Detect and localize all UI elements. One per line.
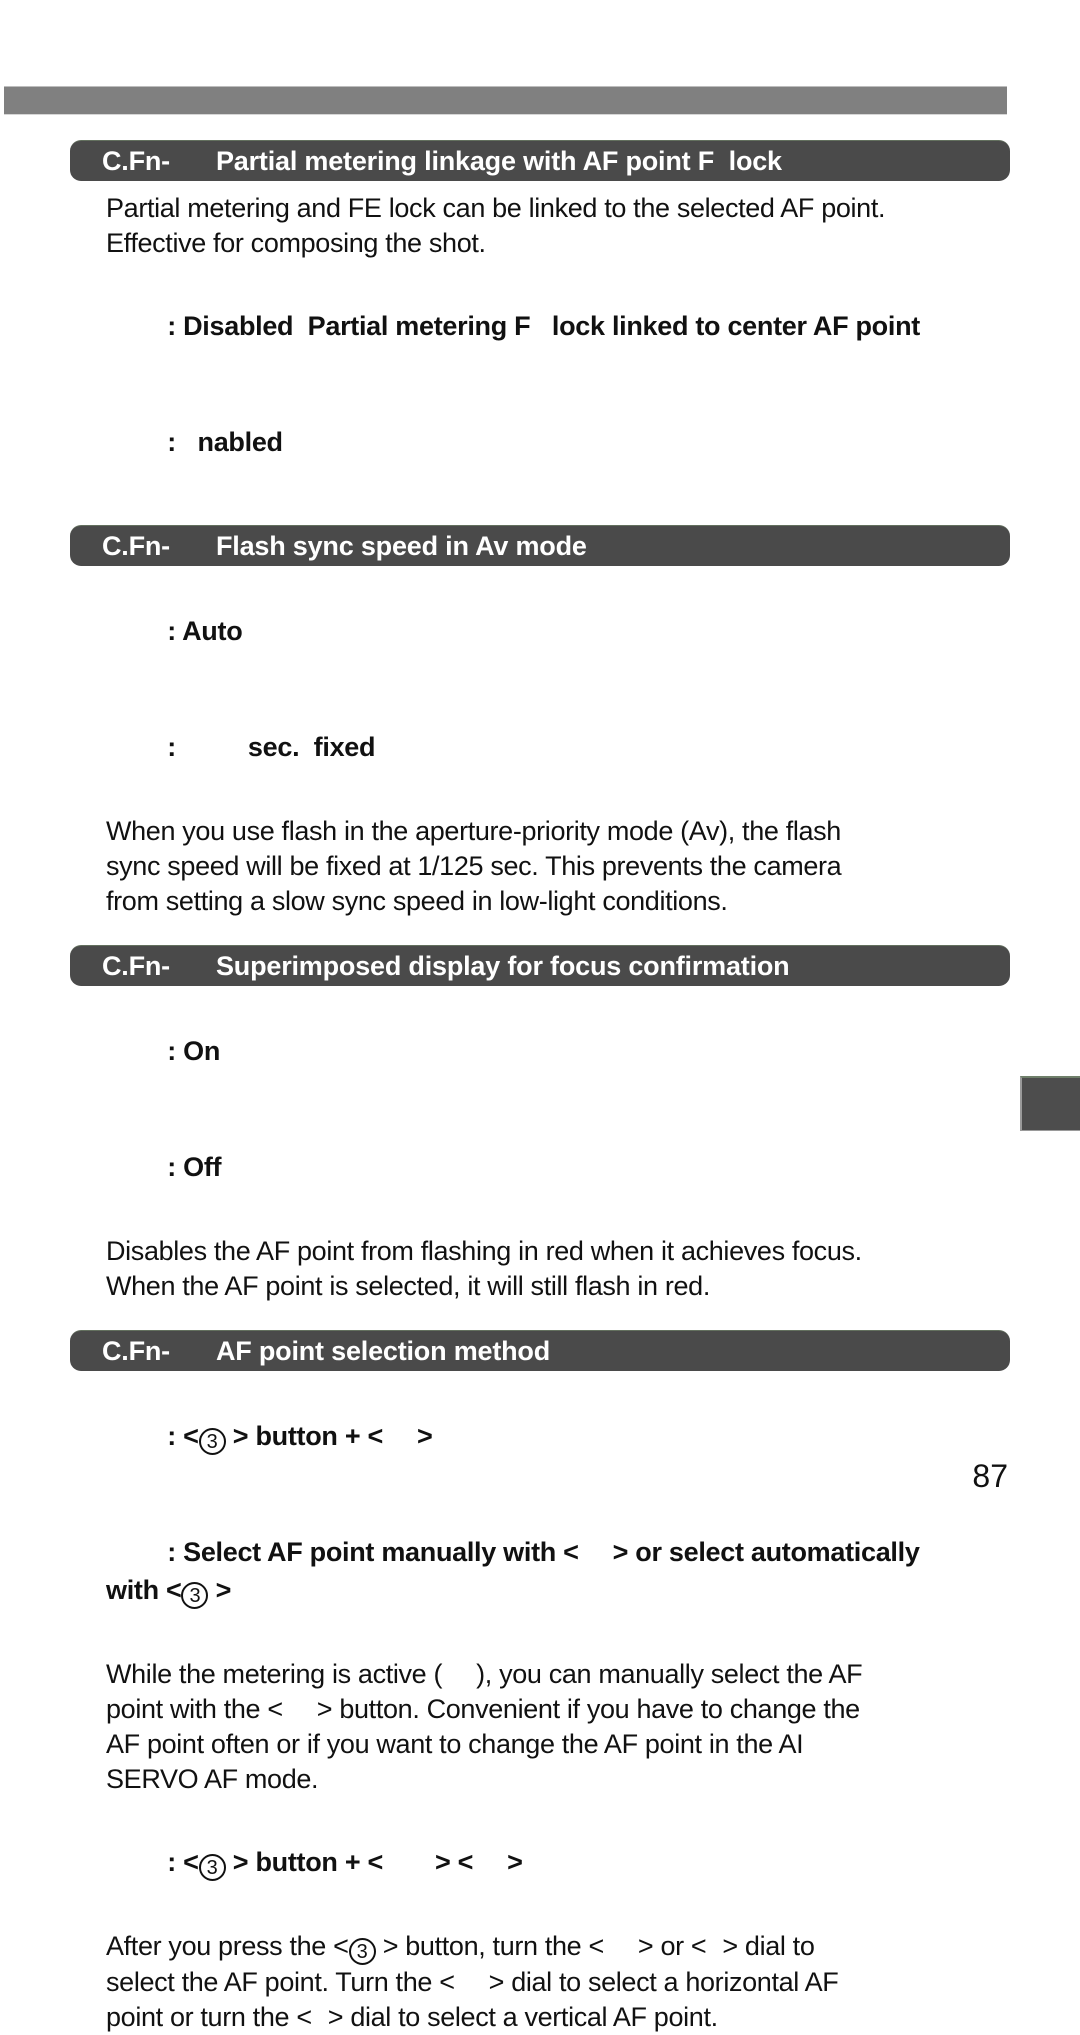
section-heading-2: C.Fn- Flash sync speed in Av mode — [70, 525, 1010, 566]
option-text-end: > — [416, 1421, 433, 1451]
option-text: : Disabled Partial metering F lock linke… — [167, 311, 920, 341]
section-title-3: Superimposed display for focus confirmat… — [215, 950, 790, 981]
body-seg-4: > button. Convenient if you have to chan… — [316, 1694, 860, 1724]
section-heading-4: C.Fn- AF point selection method — [70, 1330, 1010, 1371]
option-text-pre: : Select AF point manually with < — [167, 1537, 579, 1567]
body-seg-1: After you press the < — [106, 1931, 349, 1961]
section-title-1: Partial metering linkage with AF point F… — [215, 145, 782, 176]
body-seg-4: > dial to — [722, 1931, 815, 1961]
section-1-intro: Partial metering and FE lock can be link… — [106, 193, 886, 258]
body-seg-3: > or < — [637, 1931, 707, 1961]
option-text-mid: > < — [434, 1847, 474, 1877]
section-4-body-a: While the metering is active ( ), you can… — [106, 1657, 1010, 1797]
section-heading-3: C.Fn- Superimposed display for focus con… — [70, 945, 1010, 986]
circled-three-icon: 3 — [198, 1428, 226, 1455]
page-content: C.Fn- Partial metering linkage with AF p… — [70, 140, 1010, 2035]
circled-three-icon: 3 — [181, 1582, 209, 1609]
section-3-option-0: : On — [106, 994, 1010, 1108]
section-2-body: When you use flash in the aperture-prior… — [106, 816, 842, 916]
option-text-pre: : < — [167, 1847, 199, 1877]
option-text-pre: : < — [167, 1421, 199, 1451]
body-seg-5: AF point often or if you want to change … — [106, 1729, 804, 1759]
body-seg-1: While the metering is active ( — [106, 1659, 443, 1689]
section-prefix-1: C.Fn- — [102, 145, 170, 176]
option-text: : On — [167, 1036, 221, 1066]
option-text-post: > button + < — [225, 1847, 383, 1877]
page-number: 87 — [972, 1458, 1008, 1494]
section-2-option-1: : sec. fixed — [106, 690, 1010, 804]
section-2-option-0: : Auto — [106, 574, 1010, 688]
option-text-post: > button + < — [225, 1421, 383, 1451]
section-4-option-2: : <3 > button + < > < > — [106, 1805, 1010, 1919]
option-text-line2-post: > — [208, 1575, 232, 1605]
option-text: : sec. fixed — [167, 732, 376, 762]
body-seg-6: > dial to select a horizontal AF — [488, 1967, 839, 1997]
section-heading-1: C.Fn- Partial metering linkage with AF p… — [70, 140, 1010, 181]
section-prefix-4: C.Fn- — [102, 1335, 170, 1366]
section-1-option-1: : nabled — [106, 385, 1010, 499]
section-prefix-2: C.Fn- — [102, 530, 170, 561]
body-seg-2: ), you can manually select the AF — [476, 1659, 863, 1689]
option-text-end: > — [507, 1847, 523, 1877]
section-1-option-0: : Disabled Partial metering F lock linke… — [106, 269, 1010, 383]
circled-three-icon: 3 — [348, 1938, 376, 1965]
section-title-2: Flash sync speed in Av mode — [215, 530, 587, 561]
body-seg-6: SERVO AF mode. — [106, 1764, 319, 1794]
option-text-line2-pre: with < — [106, 1575, 182, 1605]
section-3-body: Disables the AF point from flashing in r… — [106, 1236, 862, 1301]
section-title-4: AF point selection method — [215, 1335, 550, 1366]
body-seg-8: > dial to select a vertical AF point. — [327, 2002, 718, 2032]
section-prefix-3: C.Fn- — [102, 950, 170, 981]
manual-page: C.Fn- Partial metering linkage with AF p… — [0, 0, 1080, 2032]
option-text: : Off — [167, 1152, 222, 1182]
body-seg-5: select the AF point. Turn the < — [106, 1967, 455, 1997]
option-text: : Auto — [167, 616, 243, 646]
body-seg-3: point with the < — [106, 1694, 283, 1724]
section-4-option-0: : <3 > button + < > — [106, 1379, 1010, 1493]
circled-three-icon: 3 — [198, 1854, 226, 1881]
body-seg-2: > button, turn the < — [375, 1931, 605, 1961]
section-4-body-b: After you press the <3 > button, turn th… — [106, 1929, 1010, 2035]
section-4-option-1: : Select AF point manually with < > or se… — [106, 1495, 1010, 1647]
section-3-option-1: : Off — [106, 1110, 1010, 1224]
body-seg-7: point or turn the < — [106, 2002, 312, 2032]
option-text-mid: > or select automatically — [612, 1537, 920, 1567]
option-text: : nabled — [167, 427, 283, 457]
